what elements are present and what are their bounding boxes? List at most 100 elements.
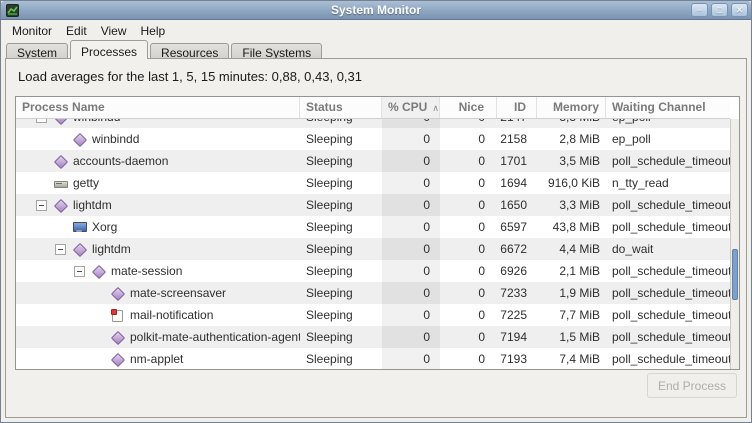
process-name: winbindd: [92, 128, 139, 150]
maximize-button[interactable]: □: [711, 3, 728, 17]
memory-cell: 1,9 MiB: [537, 282, 606, 304]
column-header-memory[interactable]: Memory: [537, 97, 606, 118]
column-header--cpu[interactable]: % CPU∧: [382, 97, 440, 118]
process-name-cell: winbindd: [16, 128, 300, 150]
scrollbar-thumb[interactable]: [732, 249, 738, 300]
menu-item-monitor[interactable]: Monitor: [5, 22, 59, 40]
memory-cell: 3,5 MiB: [537, 150, 606, 172]
waiting-channel-cell: poll_schedule_timeout: [606, 194, 730, 216]
terminal-icon: [53, 176, 67, 190]
diamond-icon: [72, 242, 86, 256]
minimize-button[interactable]: −: [691, 3, 708, 17]
mail-icon: [110, 308, 124, 322]
table-body: winbindd Sleeping 0 0 2147 3,3 MiB ep_po…: [16, 119, 730, 369]
table-header: Process NameStatus% CPU∧NiceIDMemoryWait…: [16, 97, 730, 119]
window-controls: −□✕: [691, 3, 748, 17]
expander-icon[interactable]: [36, 200, 47, 211]
cpu-cell: 0: [382, 216, 440, 238]
id-cell: 6926: [497, 260, 537, 282]
column-header-waiting-channel[interactable]: Waiting Channel: [606, 97, 730, 118]
column-header-status[interactable]: Status: [300, 97, 382, 118]
id-cell: 1701: [497, 150, 537, 172]
id-cell: 7225: [497, 304, 537, 326]
nice-cell: 0: [440, 326, 497, 348]
cpu-cell: 0: [382, 119, 440, 128]
waiting-channel-cell: poll_schedule_timeout: [606, 326, 730, 348]
tab-system[interactable]: System: [6, 43, 68, 59]
table-row[interactable]: mate-screensaver Sleeping 0 0 7233 1,9 M…: [16, 282, 730, 304]
memory-cell: 2,1 MiB: [537, 260, 606, 282]
table-row[interactable]: mate-session Sleeping 0 0 6926 2,1 MiB p…: [16, 260, 730, 282]
status-cell: Sleeping: [300, 119, 382, 128]
process-name-cell: lightdm: [16, 238, 300, 260]
status-cell: Sleeping: [300, 150, 382, 172]
monitor-icon: [72, 220, 86, 234]
nice-cell: 0: [440, 119, 497, 128]
menu-item-view[interactable]: View: [94, 22, 134, 40]
waiting-channel-cell: poll_schedule_timeout: [606, 282, 730, 304]
diamond-icon: [110, 286, 124, 300]
table-row[interactable]: winbindd Sleeping 0 0 2158 2,8 MiB ep_po…: [16, 128, 730, 150]
waiting-channel-cell: ep_poll: [606, 128, 730, 150]
sort-ascending-icon: ∧: [432, 103, 439, 113]
nice-cell: 0: [440, 172, 497, 194]
table-row[interactable]: getty Sleeping 0 0 1694 916,0 KiB n_tty_…: [16, 172, 730, 194]
nice-cell: 0: [440, 150, 497, 172]
waiting-channel-cell: n_tty_read: [606, 172, 730, 194]
table-row[interactable]: winbindd Sleeping 0 0 2147 3,3 MiB ep_po…: [16, 119, 730, 128]
id-cell: 2158: [497, 128, 537, 150]
id-cell: 6672: [497, 238, 537, 260]
memory-cell: 4,4 MiB: [537, 238, 606, 260]
nice-cell: 0: [440, 260, 497, 282]
table-row[interactable]: Xorg Sleeping 0 0 6597 43,8 MiB poll_sch…: [16, 216, 730, 238]
process-name-cell: getty: [16, 172, 300, 194]
process-name-cell: mate-session: [16, 260, 300, 282]
id-cell: 6597: [497, 216, 537, 238]
diamond-icon: [91, 264, 105, 278]
process-name: nm-applet: [130, 348, 183, 369]
status-cell: Sleeping: [300, 304, 382, 326]
cpu-cell: 0: [382, 194, 440, 216]
process-name: winbindd: [73, 119, 120, 128]
diamond-icon: [53, 119, 67, 124]
memory-cell: 7,7 MiB: [537, 304, 606, 326]
end-process-button[interactable]: End Process: [647, 373, 737, 398]
expander-icon[interactable]: [55, 244, 66, 255]
process-table: Process NameStatus% CPU∧NiceIDMemoryWait…: [15, 96, 740, 370]
id-cell: 7233: [497, 282, 537, 304]
cpu-cell: 0: [382, 238, 440, 260]
menu-bar: MonitorEditViewHelp: [1, 21, 751, 40]
table-row[interactable]: lightdm Sleeping 0 0 1650 3,3 MiB poll_s…: [16, 194, 730, 216]
table-row[interactable]: mail-notification Sleeping 0 0 7225 7,7 …: [16, 304, 730, 326]
cpu-cell: 0: [382, 150, 440, 172]
close-button[interactable]: ✕: [731, 3, 748, 17]
process-name: lightdm: [92, 238, 131, 260]
expander-icon[interactable]: [74, 266, 85, 277]
column-header-nice[interactable]: Nice: [440, 97, 497, 118]
waiting-channel-cell: poll_schedule_timeout: [606, 150, 730, 172]
menu-item-edit[interactable]: Edit: [59, 22, 94, 40]
tab-resources[interactable]: Resources: [150, 43, 229, 59]
column-header-id[interactable]: ID: [497, 97, 537, 118]
column-header-process-name[interactable]: Process Name: [16, 97, 300, 118]
table-row[interactable]: polkit-mate-authentication-agent-1 Sleep…: [16, 326, 730, 348]
table-row[interactable]: accounts-daemon Sleeping 0 0 1701 3,5 Mi…: [16, 150, 730, 172]
table-row[interactable]: nm-applet Sleeping 0 0 7193 7,4 MiB poll…: [16, 348, 730, 369]
menu-item-help[interactable]: Help: [134, 22, 173, 40]
id-cell: 7193: [497, 348, 537, 369]
tab-file-systems[interactable]: File Systems: [231, 43, 322, 59]
load-averages-text: Load averages for the last 1, 5, 15 minu…: [18, 69, 362, 84]
table-row[interactable]: lightdm Sleeping 0 0 6672 4,4 MiB do_wai…: [16, 238, 730, 260]
nice-cell: 0: [440, 304, 497, 326]
title-bar[interactable]: System Monitor −□✕: [1, 1, 751, 20]
id-cell: 2147: [497, 119, 537, 128]
tab-processes[interactable]: Processes: [70, 40, 148, 59]
expander-icon[interactable]: [36, 119, 47, 123]
memory-cell: 3,3 MiB: [537, 194, 606, 216]
nice-cell: 0: [440, 238, 497, 260]
status-cell: Sleeping: [300, 326, 382, 348]
vertical-scrollbar[interactable]: [730, 119, 739, 369]
status-cell: Sleeping: [300, 282, 382, 304]
processes-panel: Load averages for the last 1, 5, 15 minu…: [5, 58, 747, 418]
process-name-cell: mail-notification: [16, 304, 300, 326]
